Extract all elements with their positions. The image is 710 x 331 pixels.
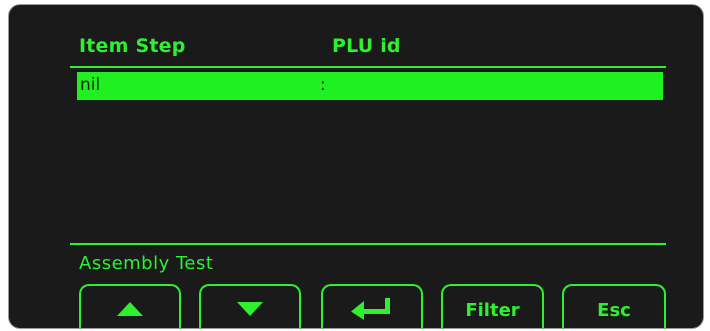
header-divider [70,66,666,68]
scroll-down-button[interactable] [199,284,301,328]
status-text: Assembly Test [79,253,214,274]
table-header: Item Step PLU id [9,31,703,61]
footer-divider [70,243,666,245]
column-header-plu-id: PLU id [332,35,401,57]
enter-button[interactable] [321,284,423,328]
cell-plu-id: : [320,75,326,95]
terminal-screen: Item Step PLU id nil : Assembly Test Fil… [8,4,704,329]
column-header-item-step: Item Step [79,35,186,57]
cell-item-step: nil [80,75,101,95]
table-row-selected[interactable]: nil : [77,72,663,100]
esc-button[interactable]: Esc [562,284,666,328]
arrow-down-icon [237,302,263,316]
arrow-up-icon [117,302,143,316]
filter-button[interactable]: Filter [441,284,544,328]
filter-button-label: Filter [465,299,520,321]
esc-button-label: Esc [597,299,631,321]
scroll-up-button[interactable] [79,284,181,328]
enter-return-icon [351,298,390,320]
